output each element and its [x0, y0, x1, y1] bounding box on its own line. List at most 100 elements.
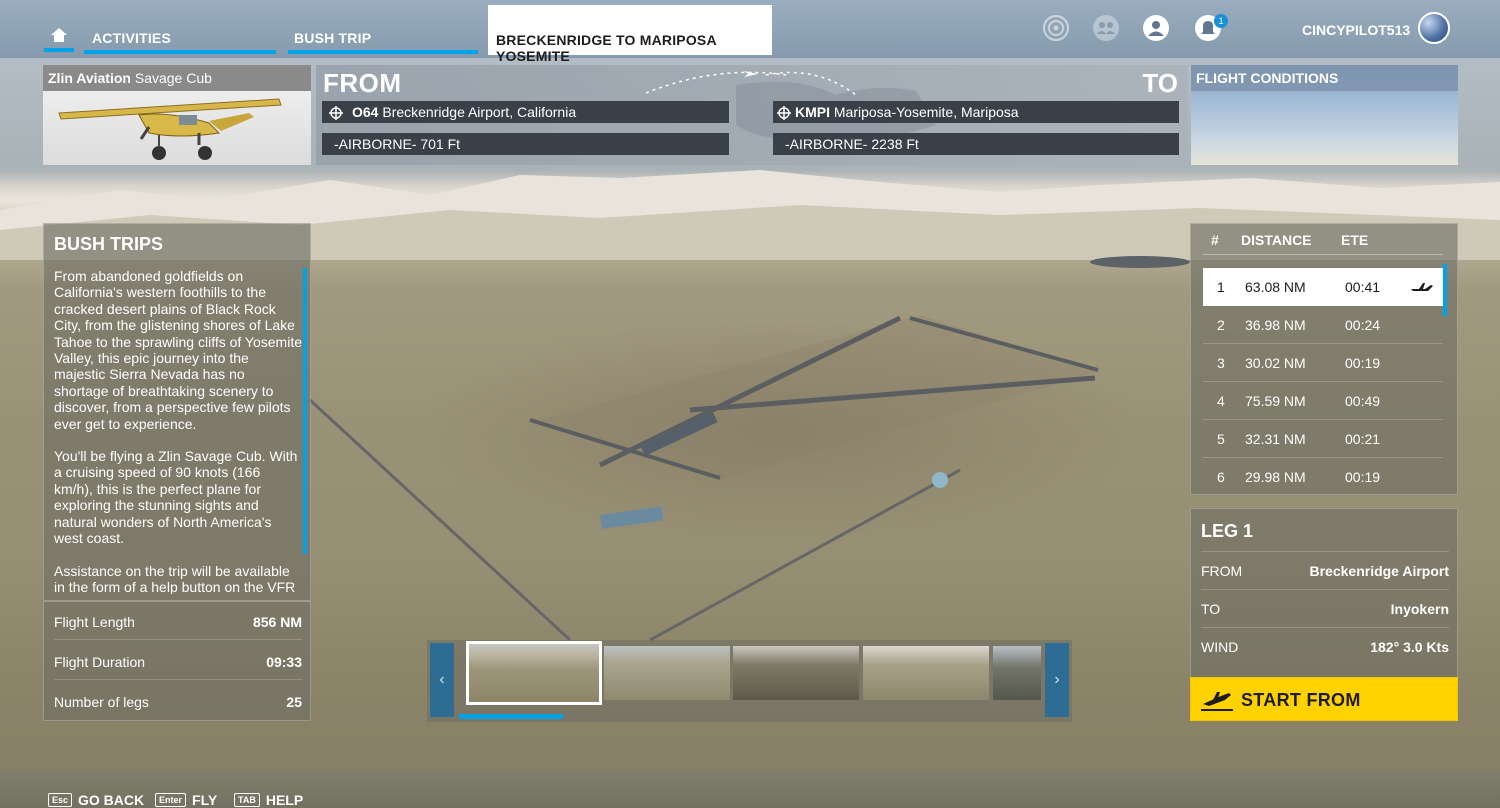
leg-row[interactable]: 6 29.98 NM 00:19: [1203, 458, 1443, 496]
stat-value: 856 NM: [252, 614, 302, 630]
crosshair-icon: [777, 106, 791, 120]
description-scrollbar[interactable]: [303, 268, 307, 554]
trip-stats: Flight Length 856 NM Flight Duration 09:…: [43, 601, 311, 721]
leg-title: LEG 1: [1201, 521, 1254, 541]
notification-badge: 1: [1214, 14, 1228, 28]
friends-icon[interactable]: [1092, 14, 1120, 42]
flight-conditions-card[interactable]: FLIGHT CONDITIONS: [1191, 65, 1458, 165]
carousel-thumbnail[interactable]: [993, 646, 1041, 700]
leg-distance: 30.02 NM: [1245, 355, 1306, 371]
leg-distance: 75.59 NM: [1245, 393, 1306, 409]
fly-hint[interactable]: Enter FLY: [155, 792, 217, 808]
stat-row: Flight Duration 09:33: [54, 642, 302, 680]
stat-value: 09:33: [266, 654, 302, 670]
go-back-hint[interactable]: Esc GO BACK: [48, 792, 144, 808]
leg-distance: 36.98 NM: [1245, 317, 1306, 333]
legs-table: # DISTANCE ETE 1 63.08 NM 00:41 2 36.98 …: [1190, 223, 1458, 495]
leg-ete: 00:21: [1345, 431, 1381, 447]
leg-number: 2: [1217, 317, 1225, 333]
departure-altitude: -AIRBORNE- 701 Ft: [322, 133, 729, 155]
departure-icon: [1201, 692, 1233, 711]
carousel-thumbnail[interactable]: [863, 646, 989, 700]
aircraft-name: Zlin Aviation Savage Cub: [43, 65, 311, 91]
departure-airport-field[interactable]: O64 Breckenridge Airport, California: [322, 101, 729, 123]
leg-ete: 00:19: [1345, 469, 1381, 485]
start-from-button[interactable]: START FROM: [1190, 677, 1458, 721]
stat-label: Flight Duration: [54, 654, 146, 670]
tab-activities[interactable]: ACTIVITIES: [84, 30, 276, 54]
departure-name: Breckenridge Airport, California: [382, 104, 577, 120]
tab-current-trip[interactable]: BRECKENRIDGE TO MARIPOSA YOSEMITE: [488, 5, 772, 64]
help-label: HELP: [265, 792, 304, 808]
leg-to-label: TO: [1201, 601, 1221, 617]
carousel-prev-button[interactable]: ‹: [430, 643, 454, 717]
description-paragraph: You'll be flying a Zlin Savage Cub. With…: [54, 448, 298, 547]
start-from-label: START FROM: [1241, 690, 1361, 710]
arrival-airport-field[interactable]: KMPI Mariposa-Yosemite, Mariposa: [773, 101, 1179, 123]
carousel-thumbnail[interactable]: [733, 646, 859, 700]
leg-row[interactable]: 3 30.02 NM 00:19: [1203, 344, 1443, 382]
carousel-progress: [459, 714, 563, 719]
compass-icon[interactable]: [1042, 14, 1070, 42]
profile-icon[interactable]: [1142, 14, 1170, 42]
plane-icon: [1411, 283, 1433, 291]
route-panel: FROM TO O64 Breckenridge Airport, Califo…: [316, 65, 1188, 165]
leg-number: 1: [1217, 279, 1225, 295]
stat-row: Number of legs 25: [54, 682, 302, 720]
tab-bush-trip[interactable]: BUSH TRIP: [288, 30, 478, 54]
leg-wind-row: WIND 182° 3.0 Kts: [1201, 627, 1449, 665]
leg-to-value: Inyokern: [1390, 601, 1449, 617]
leg-row[interactable]: 2 36.98 NM 00:24: [1203, 306, 1443, 344]
esc-key-icon: Esc: [48, 793, 73, 807]
leg-number: 5: [1217, 431, 1225, 447]
description-paragraph: From abandoned goldfields on California'…: [54, 268, 302, 432]
tab-key-icon: TAB: [234, 793, 260, 807]
leg-number: 4: [1217, 393, 1225, 409]
leg-from-row: FROM Breckenridge Airport: [1201, 551, 1449, 589]
fly-label: FLY: [192, 792, 218, 808]
bottom-hint-bar: Esc GO BACK Enter FLY TAB HELP: [0, 770, 1500, 808]
bush-trips-panel: BUSH TRIPS From abandoned goldfields on …: [43, 223, 311, 601]
home-button[interactable]: [44, 28, 74, 52]
header-ete: ETE: [1341, 232, 1369, 248]
stat-row: Flight Length 856 NM: [54, 602, 302, 640]
help-hint[interactable]: TAB HELP: [234, 792, 303, 808]
description-paragraph: Assistance on the trip will be available…: [54, 562, 296, 595]
go-back-label: GO BACK: [78, 792, 145, 808]
legs-scrollbar[interactable]: [1443, 264, 1447, 316]
header-divider: [1203, 254, 1443, 255]
leg-row[interactable]: 5 32.31 NM 00:21: [1203, 420, 1443, 458]
header-distance: DISTANCE: [1241, 232, 1312, 248]
enter-key-icon: Enter: [155, 793, 187, 807]
arrival-name: Mariposa-Yosemite, Mariposa: [833, 104, 1019, 120]
carousel-thumbnail[interactable]: [604, 646, 730, 700]
arrival-altitude: -AIRBORNE- 2238 Ft: [773, 133, 1179, 155]
legs-table-header: # DISTANCE ETE: [1191, 232, 1459, 254]
leg-row[interactable]: 1 63.08 NM 00:41: [1203, 268, 1443, 306]
leg-to-row: TO Inyokern: [1201, 589, 1449, 627]
from-label: FROM: [323, 68, 402, 98]
leg-ete: 00:24: [1345, 317, 1381, 333]
trip-description[interactable]: From abandoned goldfields on California'…: [54, 268, 302, 594]
leg-ete: 00:41: [1345, 279, 1381, 295]
aircraft-card[interactable]: Zlin Aviation Savage Cub: [43, 65, 311, 165]
home-icon: [51, 28, 67, 42]
stat-label: Flight Length: [54, 614, 135, 630]
carousel-next-button[interactable]: ›: [1045, 643, 1069, 717]
leg-row[interactable]: 4 75.59 NM 00:49: [1203, 382, 1443, 420]
carousel-thumbnail[interactable]: [466, 641, 602, 705]
screenshot-carousel: ‹ ›: [427, 640, 1072, 722]
avatar[interactable]: [1418, 12, 1450, 44]
username[interactable]: CINCYPILOT513: [1302, 22, 1410, 38]
to-label: TO: [1142, 68, 1178, 98]
leg-distance: 29.98 NM: [1245, 469, 1306, 485]
leg-wind-value: 182° 3.0 Kts: [1370, 639, 1449, 655]
crosshair-icon: [329, 106, 343, 120]
header-number: #: [1211, 232, 1219, 248]
stat-value: 25: [286, 694, 302, 710]
leg-distance: 63.08 NM: [1245, 279, 1306, 295]
departure-code: O64: [352, 104, 379, 120]
leg-ete: 00:19: [1345, 355, 1381, 371]
aircraft-image: [58, 98, 282, 160]
aircraft-model: Savage Cub: [134, 70, 212, 86]
